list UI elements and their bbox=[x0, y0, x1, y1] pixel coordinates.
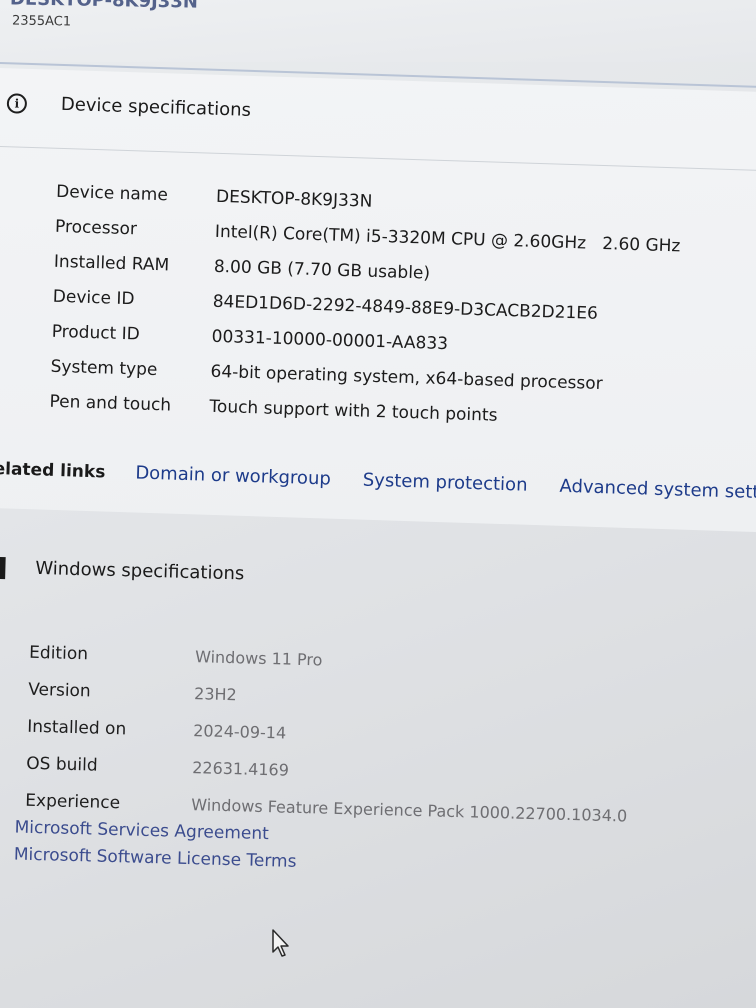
info-icon: i bbox=[6, 92, 28, 114]
spec-value: 64-bit operating system, x64-based proce… bbox=[210, 361, 603, 394]
spec-label: Product ID bbox=[51, 321, 141, 345]
windows-specifications-section: Windows specifications Edition Windows 1… bbox=[0, 545, 756, 925]
spec-label: System type bbox=[50, 356, 158, 380]
header-device-name: DESKTOP-8K9J33N bbox=[9, 0, 199, 13]
spec-value: 84ED1D6D-2292-4849-88E9-D3CACB2D21E6 bbox=[212, 291, 599, 324]
spec-value: Windows Feature Experience Pack 1000.227… bbox=[191, 795, 628, 826]
device-spec-table: Device name DESKTOP-8K9J33N Processor In… bbox=[49, 174, 682, 439]
spec-label: Experience bbox=[25, 790, 121, 813]
related-links-label: elated links bbox=[0, 458, 106, 483]
spec-value: Touch support with 2 touch points bbox=[209, 396, 498, 426]
header-device-model: 2355AC1 bbox=[11, 13, 72, 30]
mouse-pointer-icon bbox=[272, 929, 289, 957]
spec-divider bbox=[0, 145, 756, 172]
spec-label: Device ID bbox=[52, 286, 135, 309]
spec-value: 22631.4169 bbox=[191, 758, 290, 780]
windows-legal-links: Microsoft Services Agreement Microsoft S… bbox=[13, 817, 297, 878]
spec-value: Windows 11 Pro bbox=[194, 647, 323, 670]
spec-value: 23H2 bbox=[193, 684, 237, 705]
spec-label: Processor bbox=[54, 216, 138, 239]
windows-specifications-title[interactable]: Windows specifications bbox=[35, 558, 244, 584]
spec-value: DESKTOP-8K9J33N bbox=[215, 186, 373, 212]
device-specifications-header[interactable]: i Device specifications bbox=[6, 92, 252, 121]
spec-label: Installed on bbox=[27, 716, 127, 739]
settings-about-page: DESKTOP-8K9J33N 2355AC1 i Device specifi… bbox=[0, 0, 756, 1008]
spec-label: Installed RAM bbox=[53, 251, 170, 275]
spec-value: 00331-10000-00001-AA833 bbox=[211, 326, 449, 354]
windows-spec-table: Edition Windows 11 Pro Version 23H2 Inst… bbox=[25, 634, 632, 835]
spec-label: Pen and touch bbox=[49, 391, 172, 416]
device-header-strip: DESKTOP-8K9J33N 2355AC1 bbox=[0, 0, 756, 62]
device-specifications-title: Device specifications bbox=[60, 93, 252, 121]
spec-label: Version bbox=[27, 679, 91, 701]
spec-value: 2024-09-14 bbox=[192, 721, 287, 743]
windows-logo-icon bbox=[0, 556, 6, 580]
spec-label: OS build bbox=[26, 753, 98, 776]
spec-label: Device name bbox=[55, 181, 169, 205]
spec-label: Edition bbox=[28, 642, 89, 664]
spec-value: 8.00 GB (7.70 GB usable) bbox=[213, 256, 431, 284]
